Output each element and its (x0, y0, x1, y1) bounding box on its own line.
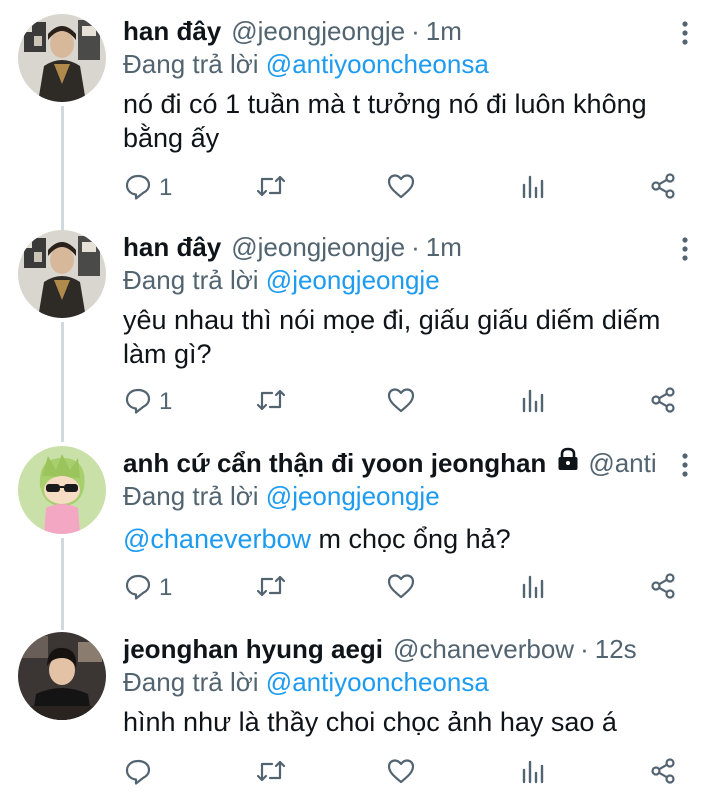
avatar[interactable] (18, 632, 106, 720)
timestamp[interactable]: 12s (595, 632, 637, 666)
share-button[interactable] (648, 384, 678, 420)
separator-dot: · (580, 634, 589, 664)
tweet-header: han đây @jeongjeongje · 1m (123, 14, 656, 48)
mention-link[interactable]: @chaneverbow (123, 524, 311, 554)
reply-icon (123, 385, 153, 420)
replying-prefix: Đang trả lời (123, 667, 259, 697)
more-icon[interactable] (678, 452, 692, 478)
tweet-actions: 1 (123, 170, 683, 206)
username[interactable]: @jeongjeongje (231, 14, 405, 48)
lock-icon (556, 446, 580, 480)
tweet-header: anh cứ cẩn thận đi yoon jeonghan @anti..… (123, 446, 656, 480)
reply-icon (123, 571, 153, 606)
views-icon (518, 571, 548, 606)
display-name[interactable]: han đây (123, 230, 221, 264)
tweet-actions: 1 (123, 570, 683, 606)
thread-line (61, 106, 64, 230)
views-button[interactable] (518, 384, 548, 420)
replying-to-link[interactable]: @antiyooncheonsa (266, 667, 489, 697)
avatar[interactable] (18, 230, 106, 318)
display-name[interactable]: han đây (123, 14, 221, 48)
retweet-button[interactable] (254, 570, 288, 606)
views-icon (518, 171, 548, 206)
retweet-icon (254, 571, 288, 606)
like-button[interactable] (386, 570, 416, 606)
tweet-header: jeonghan hyung aegi @chaneverbow · 12s (123, 632, 656, 666)
separator-dot: · (411, 16, 420, 46)
retweet-button[interactable] (254, 755, 288, 791)
tweet[interactable]: jeonghan hyung aegi @chaneverbow · 12s Đ… (0, 632, 720, 797)
username[interactable]: @anti... (588, 446, 656, 480)
like-icon (386, 171, 416, 206)
share-button[interactable] (648, 570, 678, 606)
replying-prefix: Đang trả lời (123, 265, 259, 295)
retweet-icon (254, 171, 288, 206)
display-name[interactable]: anh cứ cẩn thận đi yoon jeonghan (123, 446, 546, 480)
replying-to: Đang trả lời @jeongjeongje (123, 480, 690, 512)
username[interactable]: @jeongjeongje (231, 230, 405, 264)
tweet[interactable]: anh cứ cẩn thận đi yoon jeonghan @anti..… (0, 446, 720, 630)
separator-dot: · (411, 232, 420, 262)
thread-line (61, 322, 64, 442)
replying-to: Đang trả lời @antiyooncheonsa (123, 666, 690, 698)
avatar[interactable] (18, 446, 106, 534)
tweet-text: nó đi có 1 tuần mà t tưởng nó đi luôn kh… (123, 89, 647, 153)
timestamp[interactable]: 1m (426, 230, 462, 264)
tweet-actions (123, 755, 683, 791)
tweet[interactable]: han đây @jeongjeongje · 1m Đang trả lời … (0, 14, 720, 230)
tweet-text: @chaneverbow m chọc ổng hả? (123, 522, 680, 556)
like-icon (386, 571, 416, 606)
display-name[interactable]: jeonghan hyung aegi (123, 632, 383, 666)
username[interactable]: @chaneverbow (393, 632, 574, 666)
reply-button[interactable]: 1 (123, 384, 172, 420)
share-icon (648, 171, 678, 206)
tweet[interactable]: han đây @jeongjeongje · 1m Đang trả lời … (0, 230, 720, 442)
like-button[interactable] (386, 755, 416, 791)
more-icon[interactable] (678, 236, 692, 262)
tweet-feed: han đây @jeongjeongje · 1m Đang trả lời … (0, 0, 720, 801)
share-icon (648, 571, 678, 606)
like-icon (386, 756, 416, 791)
replying-to-link[interactable]: @jeongjeongje (266, 265, 440, 295)
replying-to-link[interactable]: @antiyooncheonsa (266, 49, 489, 79)
retweet-icon (254, 756, 288, 791)
replying-prefix: Đang trả lời (123, 49, 259, 79)
tweet-text: hình như là thầy choi chọc ảnh hay sao á (123, 707, 617, 737)
tweet-header: han đây @jeongjeongje · 1m (123, 230, 656, 264)
timestamp[interactable]: 1m (426, 14, 462, 48)
thread-line (61, 538, 64, 630)
tweet-text-rest: m chọc ổng hả? (311, 524, 511, 554)
share-button[interactable] (648, 170, 678, 206)
reply-count: 1 (159, 388, 173, 415)
more-icon[interactable] (678, 20, 692, 46)
views-icon (518, 385, 548, 420)
views-button[interactable] (518, 170, 548, 206)
share-icon (648, 385, 678, 420)
reply-button[interactable] (123, 755, 159, 791)
views-button[interactable] (518, 570, 548, 606)
like-button[interactable] (386, 170, 416, 206)
replying-to: Đang trả lời @antiyooncheonsa (123, 48, 690, 80)
replying-to: Đang trả lời @jeongjeongje (123, 264, 690, 296)
reply-button[interactable]: 1 (123, 170, 172, 206)
reply-icon (123, 171, 153, 206)
retweet-button[interactable] (254, 384, 288, 420)
reply-count: 1 (159, 174, 173, 201)
share-button[interactable] (648, 755, 678, 791)
like-button[interactable] (386, 384, 416, 420)
replying-prefix: Đang trả lời (123, 481, 259, 511)
reply-button[interactable]: 1 (123, 570, 172, 606)
tweet-text: yêu nhau thì nói mọe đi, giấu giấu diếm … (123, 305, 661, 369)
retweet-icon (254, 385, 288, 420)
replying-to-link[interactable]: @jeongjeongje (266, 481, 440, 511)
share-icon (648, 756, 678, 791)
reply-icon (123, 756, 153, 791)
like-icon (386, 385, 416, 420)
views-button[interactable] (518, 755, 548, 791)
avatar[interactable] (18, 14, 106, 102)
tweet-actions: 1 (123, 384, 683, 420)
retweet-button[interactable] (254, 170, 288, 206)
reply-count: 1 (159, 574, 173, 601)
views-icon (518, 756, 548, 791)
